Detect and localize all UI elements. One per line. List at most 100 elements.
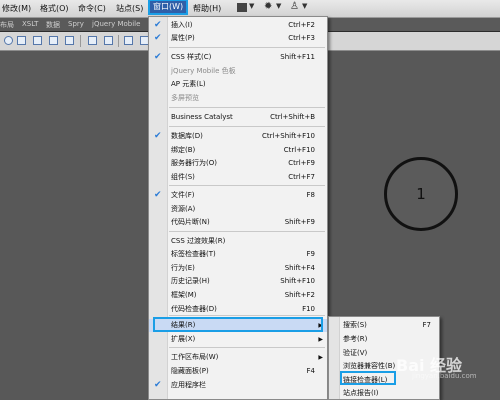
shortcut-label: F8 [306, 191, 315, 199]
chevron-down-icon[interactable]: ▼ [249, 2, 254, 10]
layout-icon[interactable] [237, 3, 247, 12]
menu-separator [169, 185, 325, 186]
window-menu-item[interactable]: 行为(E) Shift+F4 [149, 262, 327, 275]
window-menu-item[interactable]: ✔ 属性(P) Ctrl+F3 [149, 32, 327, 45]
window-menu-item[interactable]: CSS 过渡效果(R) [149, 235, 327, 248]
window-menu-item[interactable]: 资源(A) [149, 203, 327, 216]
window-menu-item[interactable]: 组件(S) Ctrl+F7 [149, 171, 327, 184]
window-menu-item[interactable]: 代码片断(N) Shift+F9 [149, 216, 327, 229]
window-menu-item[interactable]: ✔ 文件(F) F8 [149, 189, 327, 202]
window-menu-item-label: 代码片断(N) [171, 218, 210, 226]
window-menu-item-label: 工作区布局(W) [171, 353, 219, 361]
window-menu-item-label: jQuery Mobile 色板 [171, 67, 236, 75]
image-icon[interactable] [88, 36, 97, 45]
globe-icon[interactable] [4, 36, 13, 45]
shortcut-label: F7 [422, 321, 431, 329]
submenu-arrow-icon: ▶ [318, 354, 323, 361]
anchor-icon[interactable] [33, 36, 42, 45]
window-menu-item[interactable]: 工作区布局(W) ▶ [149, 351, 327, 364]
window-menu-item[interactable]: 隐藏面板(P) F4 [149, 365, 327, 378]
window-menu-item[interactable]: Business Catalyst Ctrl+Shift+B [149, 111, 327, 124]
window-menu-item[interactable]: 标签检查器(T) F9 [149, 248, 327, 261]
window-menu-item[interactable]: 服务器行为(O) Ctrl+F9 [149, 157, 327, 170]
results-submenu-item[interactable]: 搜索(S) F7 [329, 319, 439, 332]
menu-separator [169, 126, 325, 127]
shortcut-label: Shift+F4 [284, 264, 315, 272]
window-menu-item-label: 多屏预览 [171, 94, 199, 102]
email-icon[interactable] [17, 36, 26, 45]
toolbar-divider [118, 35, 119, 47]
script-icon[interactable] [124, 36, 133, 45]
tab-spry[interactable]: Spry [68, 20, 84, 28]
step-number-annotation: 1 [384, 157, 458, 231]
chevron-down-icon[interactable]: ▼ [302, 2, 307, 10]
window-menu-item-label: 历史记录(H) [171, 277, 210, 285]
window-menu-item-label: 服务器行为(O) [171, 159, 217, 167]
window-menu-item-label: 隐藏面板(P) [171, 367, 209, 375]
shortcut-label: Ctrl+F7 [288, 173, 315, 181]
checkmark-icon: ✔ [154, 380, 162, 390]
window-menu-item-label: 组件(S) [171, 173, 195, 181]
window-menu-item-label: 文件(F) [171, 191, 195, 199]
checkmark-icon: ✔ [154, 52, 162, 62]
menu-modify[interactable]: 修改(M) [2, 3, 31, 14]
menu-separator [169, 347, 325, 348]
shortcut-label: Shift+F9 [284, 218, 315, 226]
window-menu-item-label: CSS 过渡效果(R) [171, 237, 226, 245]
window-menu-item[interactable]: 绑定(B) Ctrl+F10 [149, 144, 327, 157]
menu-separator [169, 231, 325, 232]
shortcut-label: Ctrl+Shift+B [270, 113, 315, 121]
window-menu-item[interactable]: jQuery Mobile 色板 [149, 65, 327, 78]
menu-format[interactable]: 格式(O) [40, 3, 69, 14]
menu-separator [169, 315, 325, 316]
shortcut-label: Shift+F11 [280, 53, 315, 61]
window-menu-item-label: 资源(A) [171, 205, 196, 213]
menu-separator [169, 107, 325, 108]
window-menu-item[interactable]: 多屏预览 [149, 92, 327, 105]
window-menu-item-label: 框架(M) [171, 291, 197, 299]
checkmark-icon: ✔ [154, 131, 162, 141]
tab-data[interactable]: 数据 [46, 20, 60, 30]
results-submenu-item-label: 验证(V) [343, 349, 368, 357]
window-menu-item[interactable]: 框架(M) Shift+F2 [149, 289, 327, 302]
results-submenu-item[interactable]: 站点报告(I) [329, 387, 439, 400]
div-icon[interactable] [65, 36, 74, 45]
window-menu-item[interactable]: ✔ 数据库(D) Ctrl+Shift+F10 [149, 130, 327, 143]
window-menu-item-label: AP 元素(L) [171, 80, 206, 88]
window-menu-item[interactable]: ✔ 应用程序栏 [149, 379, 327, 392]
window-menu-item[interactable]: AP 元素(L) [149, 78, 327, 91]
shortcut-label: F4 [306, 367, 315, 375]
checkmark-icon: ✔ [154, 20, 162, 30]
menu-window[interactable]: 窗口(W) [147, 0, 189, 15]
window-menu-item-label: CSS 样式(C) [171, 53, 212, 61]
site-icon[interactable]: ♙ [290, 1, 299, 12]
shortcut-label: Shift+F10 [280, 277, 315, 285]
checkmark-icon: ✔ [154, 33, 162, 43]
shortcut-label: Ctrl+Shift+F10 [261, 132, 315, 140]
table-icon[interactable] [49, 36, 58, 45]
tab-layout[interactable]: 布局 [0, 20, 14, 30]
window-menu-item-label: 插入(I) [171, 21, 193, 29]
window-menu-item-label: 应用程序栏 [171, 381, 206, 389]
tab-xslt[interactable]: XSLT [22, 20, 38, 28]
shortcut-label: Ctrl+F10 [283, 146, 315, 154]
window-menu-item[interactable]: 扩展(X) ▶ [149, 333, 327, 346]
window-menu-item-label: 属性(P) [171, 34, 195, 42]
toolbar-divider [80, 35, 81, 47]
window-menu-item[interactable]: ✔ 插入(I) Ctrl+F2 [149, 19, 327, 32]
window-menu-item-label: 扩展(X) [171, 335, 196, 343]
menu-commands[interactable]: 命令(C) [78, 3, 106, 14]
tab-jquery-mobile[interactable]: jQuery Mobile [92, 20, 140, 28]
link-checker-highlight-box [340, 371, 396, 385]
checkmark-icon: ✔ [154, 190, 162, 200]
menu-help[interactable]: 帮助(H) [193, 3, 221, 14]
window-menu-item-label: 行为(E) [171, 264, 195, 272]
menu-site[interactable]: 站点(S) [116, 3, 143, 14]
window-menu-item[interactable]: ✔ CSS 样式(C) Shift+F11 [149, 51, 327, 64]
results-submenu-item[interactable]: 参考(R) [329, 333, 439, 346]
results-submenu-item-label: 站点报告(I) [343, 389, 379, 397]
media-icon[interactable] [104, 36, 113, 45]
chevron-down-icon[interactable]: ▼ [276, 2, 281, 10]
gear-icon[interactable]: ✹ [264, 1, 272, 12]
window-menu-item[interactable]: 历史记录(H) Shift+F10 [149, 275, 327, 288]
